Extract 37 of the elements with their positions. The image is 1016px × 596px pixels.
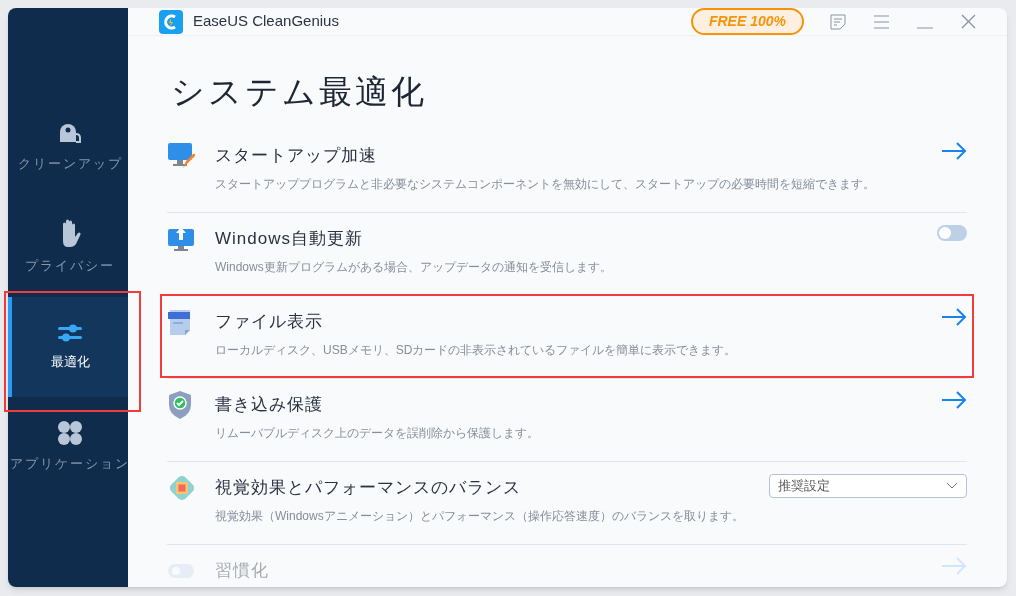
free-badge: FREE 100% bbox=[690, 8, 804, 35]
option-title: 書き込み保護 bbox=[215, 394, 324, 416]
arrow-right-icon[interactable] bbox=[941, 142, 967, 160]
option-title: Windows自動更新 bbox=[215, 228, 364, 250]
toggle-switch[interactable] bbox=[937, 225, 967, 241]
option-row[interactable]: Windows自動更新 Windows更新プログラムがある場合、アップデータの通知を受信します。 bbox=[160, 211, 974, 295]
sidebar-item[interactable]: プライバシー bbox=[8, 197, 128, 297]
option-title: 視覚効果とパフォーマンスのバランス bbox=[215, 477, 522, 499]
option-description: 視覚効果（Windowsアニメーション）とパフォーマンス（操作応答速度）のバランスを取ります。 bbox=[215, 507, 745, 525]
menu-icon[interactable] bbox=[874, 14, 889, 29]
option-row[interactable]: ファイル表示 ローカルディスク、USBメモリ、SDカードの非表示されているファイルを簡単に表示できます。 bbox=[160, 294, 974, 378]
sidebar-item[interactable]: アプリケーション bbox=[8, 397, 128, 497]
option-row[interactable]: スタートアップ加速 スタートアッププログラムと非必要なシステムコンポーネントを無効にして、スタートアップの必要時間を短縮できます。 bbox=[160, 128, 974, 212]
arrow-right-icon[interactable] bbox=[941, 308, 967, 326]
shield-check-icon bbox=[167, 390, 193, 420]
chevron-down-icon bbox=[946, 482, 958, 490]
arrow-right-icon[interactable] bbox=[941, 391, 967, 409]
option-description: ローカルディスク、USBメモリ、SDカードの非表示されているファイルを簡単に表示できます。 bbox=[215, 341, 738, 359]
sidebar-item[interactable]: クリーンアップ bbox=[8, 97, 128, 197]
option-description: Windows更新プログラムがある場合、アップデータの通知を受信します。 bbox=[215, 258, 613, 276]
option-title: 習慣化 bbox=[215, 560, 270, 582]
monitor-rocket-icon bbox=[167, 142, 197, 170]
option-title: ファイル表示 bbox=[215, 311, 324, 333]
monitor-upload-icon bbox=[167, 225, 195, 253]
option-description: リムーバブルディスク上のデータを誤削除から保護します。 bbox=[215, 424, 540, 442]
window-title: EaseUS CleanGenius bbox=[193, 11, 339, 32]
dropdown-select[interactable]: 推奨設定 bbox=[769, 474, 967, 498]
notes-icon[interactable] bbox=[830, 13, 846, 30]
option-row[interactable]: 視覚効果とパフォーマンスのバランス 視覚効果（Windowsアニメーション）とパフォーマンス（操作応答速度）のバランスを取ります。 推奨設定 bbox=[160, 460, 974, 544]
four-petal-icon bbox=[57, 420, 83, 447]
option-row[interactable]: 書き込み保護 リムーバブルディスク上のデータを誤削除から保護します。 bbox=[160, 377, 974, 461]
sidebar-item[interactable]: 最適化 bbox=[8, 297, 128, 397]
document-icon bbox=[167, 308, 193, 336]
close-icon[interactable] bbox=[961, 14, 976, 29]
option-description: スタートアッププログラムと非必要なシステムコンポーネントを無効にして、スタートアップの必要時間を短縮できます。 bbox=[215, 175, 876, 193]
page-heading: システム最適化 bbox=[171, 73, 428, 112]
option-title: スタートアップ加速 bbox=[215, 145, 378, 167]
